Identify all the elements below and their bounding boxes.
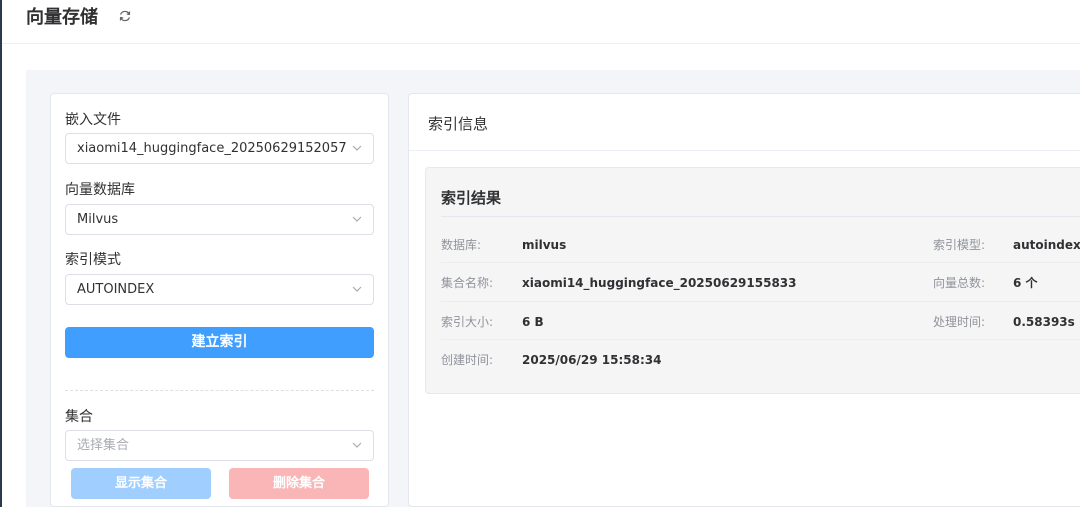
created-time-value: 2025/06/29 15:58:34: [522, 353, 662, 367]
vector-count-label: 向量总数:: [933, 276, 986, 290]
embed-file-value: xiaomi14_huggingface_20250629152057.js..…: [77, 141, 347, 156]
index-mode-value: AUTOINDEX: [77, 282, 155, 297]
collection-label: 集合: [65, 409, 93, 425]
row-divider: [441, 339, 1080, 340]
result-title: 索引结果: [441, 189, 502, 207]
collection-placeholder: 选择集合: [77, 438, 130, 453]
collection-name-value: xiaomi14_huggingface_20250629155833: [522, 276, 797, 290]
vector-count-value: 6 个: [1013, 276, 1038, 290]
result-divider: [441, 216, 1080, 217]
index-mode-label: 索引模式: [65, 252, 121, 268]
refresh-icon[interactable]: [118, 9, 132, 23]
database-value: milvus: [522, 238, 567, 252]
collection-select[interactable]: 选择集合: [65, 430, 374, 461]
window-left-edge: [0, 0, 2, 507]
index-model-value: autoindex: [1013, 238, 1080, 252]
chevron-down-icon: [352, 442, 362, 448]
divider: [65, 390, 374, 391]
show-collection-button[interactable]: 显示集合: [71, 468, 211, 499]
chevron-down-icon: [352, 145, 362, 151]
created-time-label: 创建时间:: [441, 353, 494, 367]
index-result-card: 索引结果 数据库: milvus 索引模型: autoindex 集合名称: x…: [425, 167, 1080, 394]
page-header: 向量存储: [2, 0, 1080, 44]
delete-collection-button[interactable]: 删除集合: [229, 468, 369, 499]
vector-db-value: Milvus: [77, 212, 119, 227]
chevron-down-icon: [352, 286, 362, 292]
row-divider: [441, 262, 1080, 263]
vector-db-label: 向量数据库: [65, 182, 135, 198]
database-label: 数据库:: [441, 238, 482, 252]
process-time-label: 处理时间:: [933, 315, 986, 329]
index-mode-select[interactable]: AUTOINDEX: [65, 274, 374, 305]
index-model-label: 索引模型:: [933, 238, 986, 252]
panel-title: 索引信息: [428, 115, 489, 133]
process-time-value: 0.58393s: [1013, 315, 1075, 329]
embed-file-label: 嵌入文件: [65, 112, 121, 128]
vector-db-select[interactable]: Milvus: [65, 204, 374, 235]
index-size-label: 索引大小:: [441, 315, 494, 329]
panel-header: 索引信息: [409, 94, 1080, 151]
chevron-down-icon: [352, 216, 362, 222]
collection-name-label: 集合名称:: [441, 276, 494, 290]
row-divider: [441, 301, 1080, 302]
build-index-button[interactable]: 建立索引: [65, 327, 374, 358]
embed-file-select[interactable]: xiaomi14_huggingface_20250629152057.js..…: [65, 133, 374, 164]
index-size-value: 6 B: [522, 315, 544, 329]
page-title: 向量存储: [26, 7, 98, 28]
index-info-panel: 索引信息 索引结果 数据库: milvus 索引模型: autoindex 集合…: [408, 93, 1080, 507]
config-panel: 嵌入文件 xiaomi14_huggingface_20250629152057…: [50, 93, 389, 507]
